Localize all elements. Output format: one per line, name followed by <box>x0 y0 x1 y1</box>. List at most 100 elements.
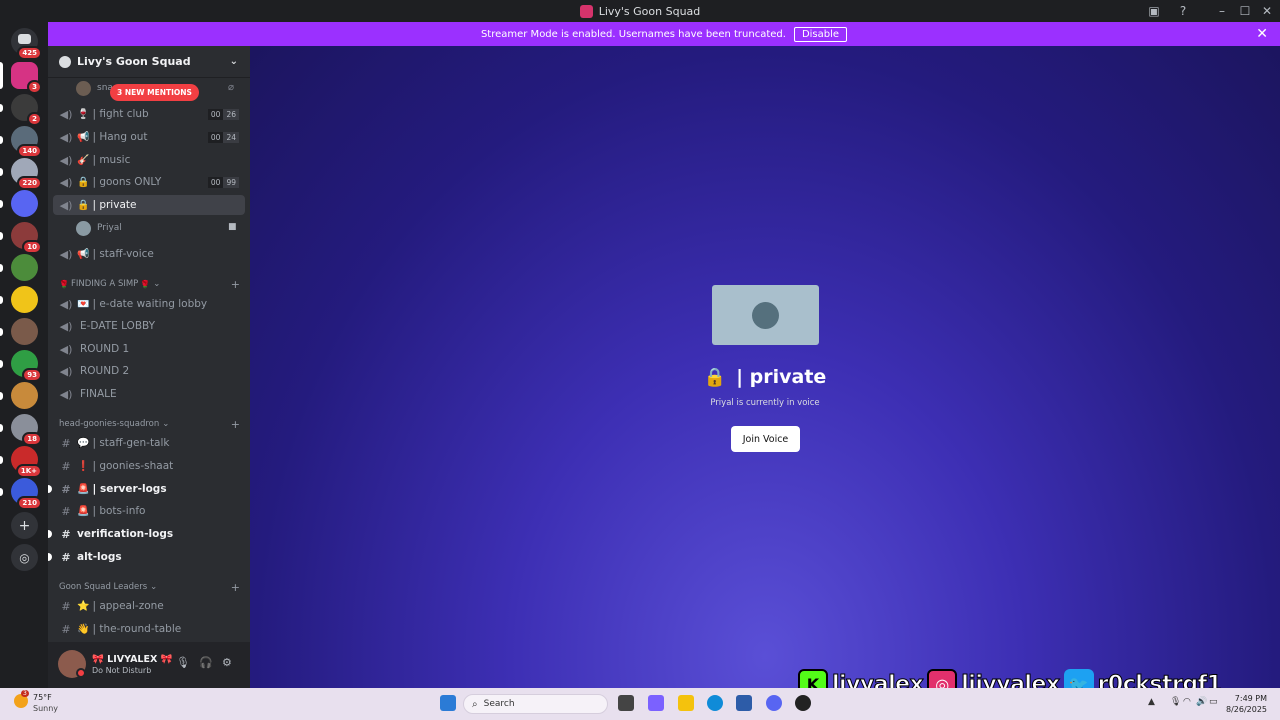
channel-item[interactable]: ◀) 🎸 | music <box>53 150 245 170</box>
username[interactable]: 🎀 LIVYALEX 🎀 <box>92 654 172 665</box>
participant-tile[interactable] <box>712 285 819 345</box>
inbox-icon[interactable]: ▣ <box>1146 3 1162 19</box>
home-button[interactable]: 425 <box>11 28 42 60</box>
create-channel-icon[interactable]: + <box>231 418 240 431</box>
server-icon[interactable]: 1K+ <box>11 446 42 478</box>
server-icon[interactable]: 210 <box>11 478 42 510</box>
channel-item[interactable]: # 👋 | the-round-table <box>53 619 245 639</box>
home-badge: 425 <box>17 46 42 60</box>
channel-item[interactable]: ◀) ROUND 1 <box>53 339 245 359</box>
channel-item[interactable]: ◀) 🔒 | private <box>53 195 245 215</box>
channel-alt-logs[interactable]: # alt-logs <box>53 547 245 567</box>
microphone-icon[interactable]: 🎙 <box>176 656 190 669</box>
streamer-mode-banner: Streamer Mode is enabled. Usernames have… <box>48 22 1280 46</box>
channel-item[interactable]: ◀) 📢 | Hang out 00 24 <box>53 127 245 147</box>
server-unread-pill <box>0 168 3 176</box>
server-header[interactable]: Livy's Goon Squad ⌄ <box>48 46 250 78</box>
voice-subtitle: Priyal is currently in voice <box>710 398 820 408</box>
task-view-icon[interactable] <box>618 695 634 711</box>
close-window-button[interactable]: ✕ <box>1259 3 1275 19</box>
channel-item[interactable]: # ❗ | goonies-shaat <box>53 456 245 476</box>
server-icon[interactable]: 220 <box>11 158 42 190</box>
speaker-icon: ◀) <box>59 107 73 121</box>
mention-badge: 2 <box>27 112 42 126</box>
mention-badge: 1K+ <box>15 464 42 478</box>
disable-streamer-mode-button[interactable]: Disable <box>793 26 848 42</box>
channel-item[interactable]: ◀) 🍷 | fight club 00 26 <box>53 104 245 124</box>
add-server-icon[interactable]: + <box>11 512 38 539</box>
create-channel-icon[interactable]: + <box>231 278 240 291</box>
speaker-icon: ◀) <box>59 153 73 167</box>
gear-icon[interactable]: ⚙ <box>222 656 232 669</box>
channel-item[interactable]: ◀) FINALE <box>53 384 245 404</box>
channel-item[interactable]: # 💬 | staff-gen-talk <box>53 433 245 453</box>
discover-icon[interactable]: ◎ <box>11 544 38 571</box>
channel-verification-logs[interactable]: # verification-logs <box>53 524 245 544</box>
microphone-icon[interactable]: 🎙 <box>1170 697 1181 707</box>
server-name: Livy's Goon Squad <box>77 55 191 68</box>
close-icon[interactable]: ✕ <box>1256 26 1268 42</box>
volume-icon[interactable]: 🔊 <box>1196 697 1207 707</box>
server-boost-icon <box>59 55 71 68</box>
server-icon[interactable] <box>11 254 38 281</box>
discord-taskbar-icon[interactable] <box>766 695 782 711</box>
store-icon[interactable] <box>736 695 752 711</box>
help-icon[interactable]: ? <box>1175 3 1191 19</box>
chevron-down-icon[interactable]: ⌄ <box>230 56 238 67</box>
window-title: Livy's Goon Squad <box>0 0 1280 22</box>
channel-emoji: 📢 <box>77 248 90 260</box>
channel-item[interactable]: # ⭐ | appeal-zone <box>53 596 245 616</box>
channel-emoji: 👋 <box>77 623 90 635</box>
create-channel-icon[interactable]: + <box>231 581 240 594</box>
start-icon[interactable] <box>440 695 456 711</box>
channel-staff-voice[interactable]: ◀) 📢 | staff-voice <box>53 244 245 264</box>
taskbar-search[interactable]: ⌕ Search <box>463 694 608 714</box>
server-icon <box>579 4 593 18</box>
join-voice-button[interactable]: Join Voice <box>731 426 800 452</box>
server-unread-pill <box>0 296 3 304</box>
headphones-icon[interactable]: 🎧 <box>199 656 213 669</box>
avatar <box>752 302 779 329</box>
channel-item[interactable]: # 🚨 | bots-info <box>53 501 245 521</box>
clock-date: 8/26/2025 <box>1226 705 1268 714</box>
obs-icon[interactable] <box>795 695 811 711</box>
server-icon[interactable]: 2 <box>11 94 42 126</box>
channel-item[interactable]: ◀) E-DATE LOBBY <box>53 316 245 336</box>
server-icon[interactable]: 140 <box>11 126 42 158</box>
server-icon[interactable]: 3 <box>11 62 42 94</box>
server-icon[interactable] <box>11 190 38 217</box>
mention-badge: 220 <box>17 176 42 190</box>
voice-user-row[interactable]: sna <box>76 79 113 97</box>
server-icon[interactable]: 18 <box>11 414 42 446</box>
server-unread-pill <box>0 200 3 208</box>
server-icon[interactable] <box>11 318 38 345</box>
server-unread-pill <box>0 328 3 336</box>
speaker-icon: ◀) <box>59 387 73 401</box>
server-icon[interactable] <box>11 382 38 409</box>
category-goon-squad-leaders[interactable]: Goon Squad Leaders ⌄ + <box>59 580 244 594</box>
private-member-row[interactable]: Priyal <box>76 219 122 237</box>
server-icon[interactable] <box>11 286 38 313</box>
channel-name: | server-logs <box>92 483 167 495</box>
channel-item[interactable]: # 🚨 | server-logs <box>53 479 245 499</box>
tray-app-icon[interactable]: ▲ <box>1148 697 1155 707</box>
system-clock[interactable]: 7:49 PM 8/26/2025 <box>1226 693 1267 715</box>
maximize-button[interactable]: ☐ <box>1237 3 1253 19</box>
channel-name: | fight club <box>92 108 149 120</box>
minimize-button[interactable]: – <box>1214 3 1230 19</box>
wifi-icon[interactable]: ◠ <box>1183 697 1191 707</box>
edge-icon[interactable] <box>707 695 723 711</box>
channel-item[interactable]: ◀) 🔒 | goons ONLY 00 99 <box>53 172 245 192</box>
server-icon[interactable]: 10 <box>11 222 42 254</box>
category-head-goonies[interactable]: head-goonies-squadron ⌄ + <box>59 417 244 431</box>
server-icon[interactable]: 93 <box>11 350 42 382</box>
channel-item[interactable]: ◀) 💌 | e-date waiting lobby <box>53 294 245 314</box>
channel-item[interactable]: ◀) ROUND 2 <box>53 361 245 381</box>
new-mentions-pill[interactable]: 3 NEW MENTIONS <box>110 84 199 101</box>
category-finding-a-simp[interactable]: 🌹 FINDING A SIMP 🌹 ⌄ + <box>59 277 244 291</box>
copilot-icon[interactable] <box>648 695 664 711</box>
file-explorer-icon[interactable] <box>678 695 694 711</box>
mention-badge: 18 <box>22 432 42 446</box>
server-rail: 425 3 2 140 220 10 93 18 1K+ 210 + ◎ <box>0 22 48 688</box>
battery-icon[interactable]: ▭ <box>1209 697 1218 707</box>
